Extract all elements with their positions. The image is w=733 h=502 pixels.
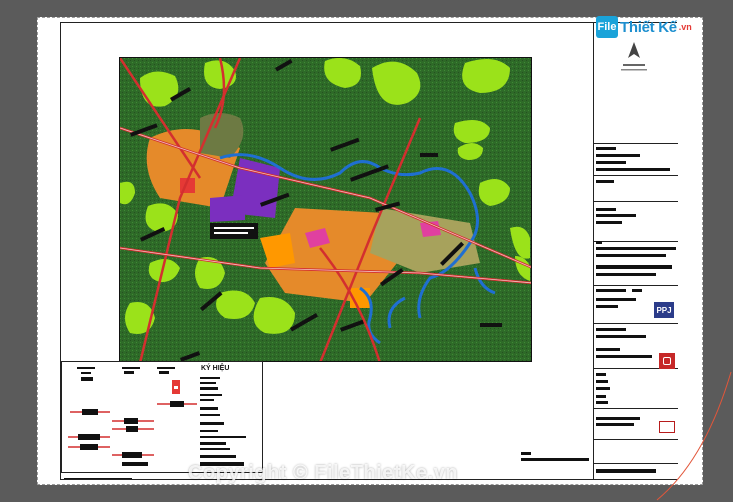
text-line [596, 328, 626, 331]
text-line [596, 355, 652, 358]
text-line [596, 154, 640, 157]
text-line [596, 380, 608, 383]
note-line [521, 452, 531, 455]
text-line [632, 289, 642, 292]
text-line [596, 254, 666, 257]
client-logo-icon [659, 353, 675, 369]
site-logo[interactable]: File Thiết Kế .vn [596, 14, 692, 40]
legend-symbols [68, 367, 246, 466]
text-line [596, 423, 634, 426]
map-drawing [120, 58, 531, 361]
legend-panel [61, 361, 263, 473]
firm-logo: PPJ [654, 302, 674, 318]
divider [594, 201, 678, 202]
divider [594, 143, 678, 144]
text-line [596, 241, 602, 244]
divider [594, 285, 678, 286]
text-line [596, 417, 640, 420]
text-line [596, 305, 618, 308]
text-line [596, 247, 676, 250]
text-line [596, 180, 614, 183]
text-line [596, 401, 608, 404]
text-line [596, 395, 606, 398]
text-line [596, 348, 620, 351]
divider [594, 175, 678, 176]
divider [594, 323, 678, 324]
text-line [596, 273, 656, 276]
text-line [596, 221, 622, 224]
text-line [596, 298, 636, 301]
text-line [596, 387, 610, 390]
text-line [596, 208, 616, 211]
text-line [596, 335, 646, 338]
legend-title: KÝ HIỆU [201, 365, 230, 372]
site-logo-mark: File [596, 16, 618, 38]
north-arrow-icon [621, 42, 647, 71]
text-line [596, 373, 606, 376]
text-line [596, 161, 626, 164]
copyright-watermark: Copyright © FileThietKe.vn [188, 462, 458, 484]
site-logo-name: Thiết Kế [620, 18, 677, 36]
planning-map[interactable] [119, 57, 532, 362]
text-line [596, 469, 656, 473]
text-line [596, 289, 626, 292]
note-line [64, 478, 132, 479]
decorative-arc [656, 371, 732, 501]
text-line [596, 214, 636, 217]
note-line [521, 458, 589, 461]
site-logo-tld: .vn [678, 22, 692, 32]
divider [594, 241, 678, 242]
text-line [596, 168, 670, 171]
text-line [596, 265, 672, 269]
text-line [596, 147, 616, 150]
